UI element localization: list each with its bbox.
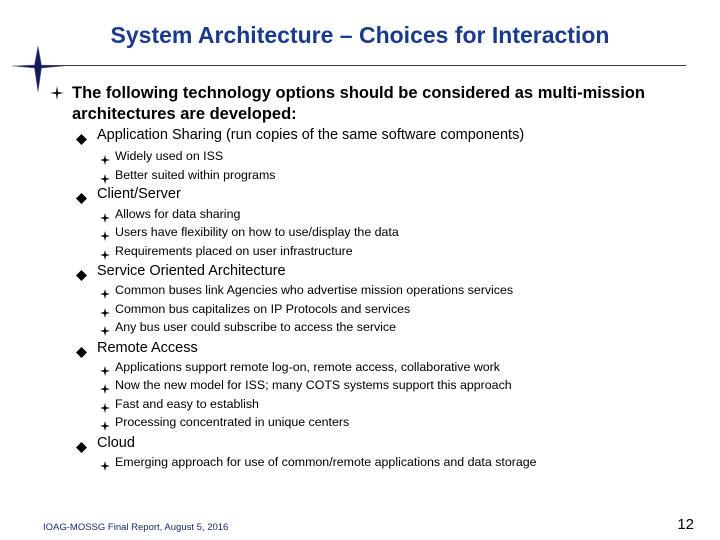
option-point: Requirements placed on user infrastructu… [115, 244, 353, 258]
option-point: Widely used on ISS [115, 149, 224, 163]
option-point: Common buses link Agencies who advertise… [115, 283, 514, 297]
option-point: Applications support remote log-on, remo… [115, 360, 500, 374]
option-point: Emerging approach for use of common/remo… [115, 455, 537, 469]
diamond-icon [76, 345, 87, 358]
option-point: Fast and easy to establish [115, 397, 259, 411]
option-point: Any bus user could subscribe to access t… [115, 320, 396, 334]
four-point-star-icon [100, 286, 110, 299]
title-divider [44, 65, 686, 66]
four-point-star-icon [100, 228, 110, 241]
four-point-star-icon [50, 86, 64, 100]
option-point: Now the new model for ISS; many COTS sys… [115, 378, 512, 392]
diamond-icon [76, 268, 87, 281]
four-point-star-icon [100, 458, 110, 471]
option-point: Users have flexibility on how to use/dis… [115, 225, 399, 239]
diamond-icon [76, 191, 87, 204]
four-point-star-icon [100, 363, 110, 376]
four-point-star-icon [100, 247, 110, 260]
page-number: 12 [677, 516, 694, 533]
slide-title-text: System Architecture – Choices for Intera… [110, 22, 610, 48]
option-label: Application Sharing (run copies of the s… [97, 127, 525, 143]
footer-text: IOAG-MOSSG Final Report, August 5, 2016 [43, 522, 229, 533]
diamond-icon [76, 440, 87, 453]
diamond-icon [76, 132, 87, 145]
four-point-star-icon [100, 152, 110, 165]
intro-text: The following technology options should … [72, 84, 645, 123]
four-point-star-icon [100, 400, 110, 413]
option-label: Service Oriented Architecture [97, 263, 286, 279]
four-point-star-icon [100, 323, 110, 336]
four-point-star-icon [100, 171, 110, 184]
option-point: Common bus capitalizes on IP Protocols a… [115, 302, 411, 316]
option-point: Allows for data sharing [115, 207, 241, 221]
option-label: Remote Access [97, 340, 198, 356]
option-point: Processing concentrated in unique center… [115, 415, 350, 429]
four-point-star-icon [100, 210, 110, 223]
option-label: Cloud [97, 435, 135, 451]
option-point: Better suited within programs [115, 168, 276, 182]
slide-title: System Architecture – Choices for Intera… [0, 22, 720, 49]
option-label: Client/Server [97, 186, 181, 202]
four-point-star-icon [100, 418, 110, 431]
four-point-star-icon [100, 381, 110, 394]
four-point-star-icon [100, 305, 110, 318]
